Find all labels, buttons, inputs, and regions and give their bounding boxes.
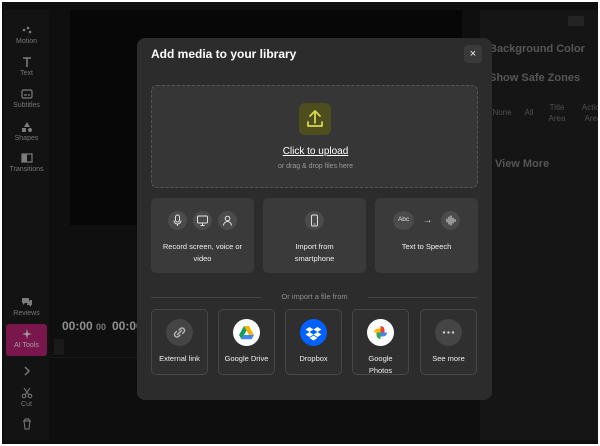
- source-label: External link: [159, 354, 200, 363]
- google-photos-source[interactable]: Google Photos: [352, 309, 409, 375]
- record-tile[interactable]: Record screen, voice or video: [151, 198, 254, 273]
- tile-label: Record screen, voice or video: [162, 242, 243, 263]
- smartphone-icon: [305, 211, 324, 230]
- link-icon: [166, 319, 193, 346]
- dropbox-source[interactable]: Dropbox: [285, 309, 342, 375]
- sound-wave-icon: [440, 211, 460, 230]
- tile-label: Import from smartphone: [294, 242, 335, 263]
- import-divider: Or import a file from: [151, 292, 478, 302]
- source-label: Google Drive: [224, 354, 269, 363]
- upload-hint: or drag & drop files here: [277, 163, 354, 170]
- upload-icon: [299, 103, 331, 135]
- click-to-upload-link[interactable]: Click to upload: [152, 146, 479, 157]
- microphone-icon: [167, 211, 187, 230]
- smartphone-tile[interactable]: Import from smartphone: [263, 198, 366, 273]
- app-window: Motion Text Subtitles Shapes Transitions…: [0, 0, 600, 446]
- google-drive-source[interactable]: Google Drive: [218, 309, 275, 375]
- upload-dropzone[interactable]: Click to upload or drag & drop files her…: [151, 85, 478, 188]
- text-to-speech-tile[interactable]: Abc → Text to Speech: [375, 198, 478, 273]
- google-photos-icon: [367, 319, 394, 346]
- dropbox-icon: [300, 319, 327, 346]
- source-label: Google Photos: [368, 354, 393, 375]
- more-dots-icon: [435, 319, 462, 346]
- monitor-icon: [193, 211, 212, 230]
- see-more-source[interactable]: See more: [420, 309, 477, 375]
- source-label: See more: [432, 354, 465, 363]
- close-button[interactable]: ×: [464, 45, 482, 63]
- person-icon: [218, 211, 238, 230]
- arrow-right-icon: →: [422, 215, 433, 226]
- divider-text: Or import a file from: [281, 292, 348, 301]
- add-media-dialog: Add media to your library × Click to upl…: [137, 38, 492, 400]
- source-label: Dropbox: [299, 354, 328, 363]
- tile-label: Text to Speech: [401, 242, 452, 251]
- dialog-title: Add media to your library: [151, 47, 297, 61]
- google-drive-icon: [233, 319, 260, 346]
- external-link-source[interactable]: External link: [151, 309, 208, 375]
- abc-text-icon: Abc: [393, 211, 415, 230]
